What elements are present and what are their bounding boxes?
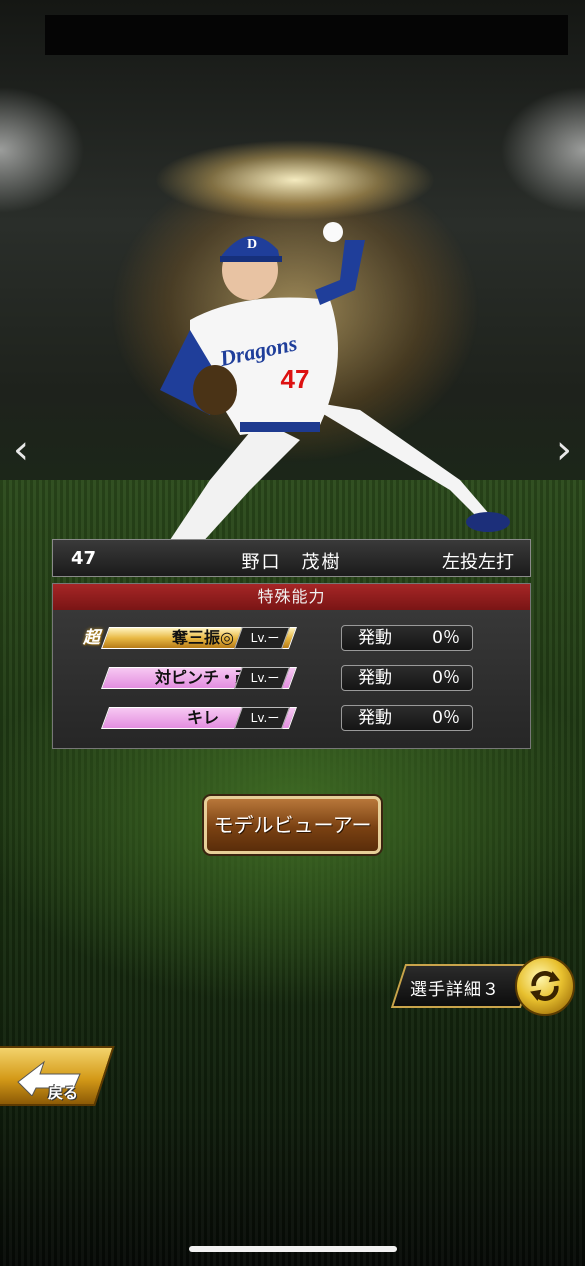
special-abilities-panel: 特殊能力 奪三振◎ 超 Lv.ー 発動 0％ 対ピンチ・改 Lv.ー 発動 0％…: [52, 583, 531, 749]
back-label[interactable]: 戻る: [48, 1082, 78, 1103]
activation-label: 発動: [358, 708, 392, 728]
abilities-header: 特殊能力: [53, 584, 530, 610]
ability-row[interactable]: 対ピンチ・改 Lv.ー 発動 0％: [53, 665, 530, 691]
model-viewer-button[interactable]: モデルビューアー: [204, 796, 381, 854]
super-badge: 超: [83, 628, 100, 648]
player-info-bar: 47 野口 茂樹 左投左打: [52, 539, 531, 577]
top-bar: [45, 15, 568, 55]
jersey-number: 47: [281, 364, 310, 394]
player-image: D Dragons 47: [150, 220, 520, 550]
ability-row[interactable]: キレ Lv.ー 発動 0％: [53, 705, 530, 731]
home-indicator[interactable]: [189, 1246, 397, 1252]
refresh-icon[interactable]: [515, 956, 575, 1016]
ability-level: Lv.ー: [250, 711, 280, 725]
activation-value: 0％: [432, 628, 460, 648]
chevron-left-icon[interactable]: ‹: [6, 425, 36, 475]
player-handedness: 左投左打: [442, 552, 514, 573]
activation-label: 発動: [358, 668, 392, 688]
chevron-right-icon[interactable]: ›: [549, 425, 579, 475]
activation-box: 発動 0％: [341, 705, 473, 731]
cap-letter: D: [247, 237, 257, 252]
ability-level: Lv.ー: [250, 631, 280, 645]
activation-box: 発動 0％: [341, 625, 473, 651]
activation-label: 発動: [358, 628, 392, 648]
activation-value: 0％: [432, 668, 460, 688]
ability-level: Lv.ー: [250, 671, 280, 685]
player-detail-label[interactable]: 選手詳細３: [410, 975, 520, 1000]
ability-row[interactable]: 奪三振◎ 超 Lv.ー 発動 0％: [53, 625, 530, 651]
activation-value: 0％: [432, 708, 460, 728]
activation-box: 発動 0％: [341, 665, 473, 691]
